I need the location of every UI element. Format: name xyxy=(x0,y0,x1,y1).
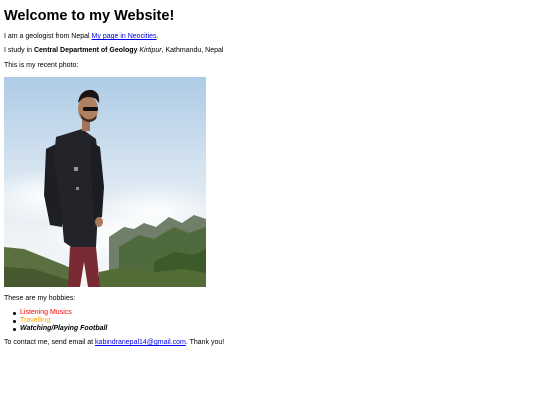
campus-name: Kirtipur xyxy=(139,47,162,54)
hobby-item-music: Listening Musics xyxy=(12,309,107,317)
hobby-item-travelling: Travelling xyxy=(12,317,107,325)
page-title: Welcome to my Website! xyxy=(4,8,175,24)
intro-suffix: . xyxy=(156,33,159,40)
intro-text: I am a geologist from Nepal xyxy=(4,33,92,40)
email-link[interactable]: kabindranepal14@gmail.com xyxy=(95,339,186,346)
contact-prefix: To contact me, send email at xyxy=(4,339,96,346)
contact-paragraph: To contact me, send email at kabindranep… xyxy=(4,339,224,347)
intro-paragraph: I am a geologist from Nepal My page in N… xyxy=(4,33,158,41)
profile-photo xyxy=(4,77,206,287)
hobby-item-football: Watching/Playing Football xyxy=(12,325,108,332)
study-suffix: , Kathmandu, Nepal xyxy=(161,47,224,54)
hobbies-intro: These are my hobbies: xyxy=(4,295,76,302)
department-name: Central Department of Geology xyxy=(33,47,138,54)
contact-suffix: . Thank you! xyxy=(185,339,225,346)
hobbies-list: Listening Musics Travelling Watching/Pla… xyxy=(12,309,108,333)
neocities-link[interactable]: My page in Neocities xyxy=(92,33,157,40)
study-paragraph: I study in Central Department of Geology… xyxy=(4,47,223,55)
study-prefix: I study in xyxy=(4,47,34,54)
photo-caption: This is my recent photo: xyxy=(4,62,79,69)
